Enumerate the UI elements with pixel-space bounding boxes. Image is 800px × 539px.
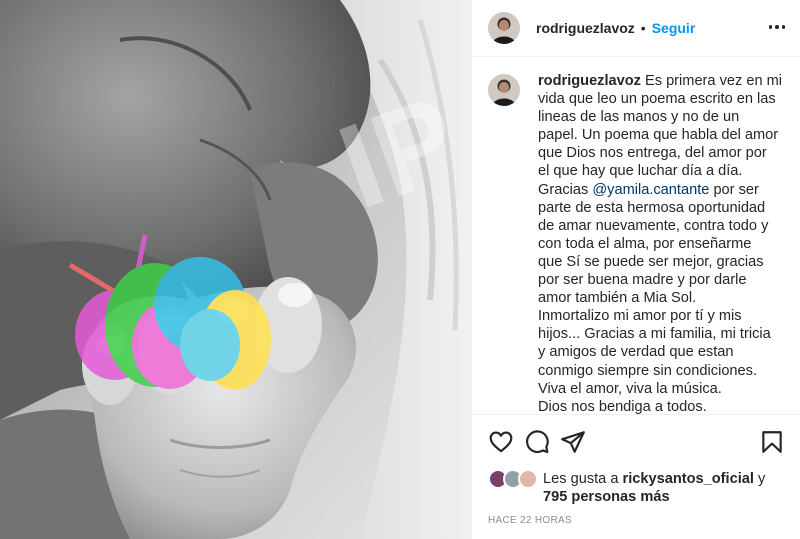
post-author-username[interactable]: rodriguezlavoz [536,20,635,36]
caption-line: lineas de las manos y no de un [538,109,740,126]
post-side-panel: rodriguezlavoz • Seguir rodriguezlavoz Es… [471,0,800,539]
likes-count-link[interactable]: 795 personas más [543,489,670,505]
caption-line: Gracias @yamila.cantante por ser [538,181,759,198]
profile-photo [488,74,520,106]
avatar[interactable] [488,12,520,44]
profile-photo [488,12,520,44]
post-header: rodriguezlavoz • Seguir [472,0,800,57]
caption-line: que Sí se puede ser mejor, gracias [538,253,764,270]
avatar [518,469,538,489]
instagram-post: IP rodriguezlavoz • Seguir rodriguezlavo… [0,0,800,539]
bookmark-icon[interactable] [759,429,785,455]
caption-line: Dios nos bendiga a todos. [538,398,707,414]
post-caption: rodriguezlavoz Es primera vez en mi vida … [538,72,786,414]
post-photo[interactable]: IP [0,0,471,539]
comment-icon[interactable] [524,429,550,455]
caption-line: parte de esta hermosa oportunidad [538,199,766,216]
caption-username[interactable]: rodriguezlavoz [538,73,641,89]
caption-line: Viva el amor, viva la música. [538,380,722,397]
separator-dot: • [640,20,646,36]
caption-line: con toda el alma, por enseñarme [538,235,752,252]
caption-line: Inmortalizo mi amor por tí y mis [538,308,742,325]
tv-logo-watermark [68,234,271,390]
caption-avatar[interactable] [488,74,520,106]
share-icon[interactable] [560,429,586,455]
caption-line: conmigo siempre sin condiciones. [538,362,758,379]
caption-section: rodriguezlavoz Es primera vez en mi vida … [472,58,800,414]
caption-line: vida que leo un poema escrito en las [538,91,776,108]
mention-link[interactable]: @yamila.cantante [592,182,709,198]
caption-line: y amigos de verdad que estan [538,344,734,361]
caption-line: papel. Un poema que habla del amor [538,127,779,144]
caption-line: amor también a Mia Sol. [538,290,697,307]
post-actions: Les gusta a rickysantos_oficial y 795 pe… [472,414,800,539]
liked-by-avatars[interactable] [488,469,544,491]
caption-line: de amar nuevamente, contra todo y [538,217,769,234]
follow-button[interactable]: Seguir [652,20,696,36]
caption-line: el que hay que luchar día a día. [538,163,743,180]
caption-line: hijos... Gracias a mi familia, mi tricia [538,326,771,343]
liked-by-user-link[interactable]: rickysantos_oficial [623,471,754,487]
caption-line: rodriguezlavoz Es primera vez en mi [538,73,783,89]
heart-icon[interactable] [488,429,514,455]
caption-line: que Dios nos entrega, del amor por [538,145,767,162]
post-timestamp[interactable]: HACE 22 HORAS [488,515,572,526]
caption-line: por ser buena madre y por darle [538,272,747,289]
likes-text: Les gusta a rickysantos_oficial y 795 pe… [543,471,766,505]
more-options-icon[interactable] [767,17,787,37]
